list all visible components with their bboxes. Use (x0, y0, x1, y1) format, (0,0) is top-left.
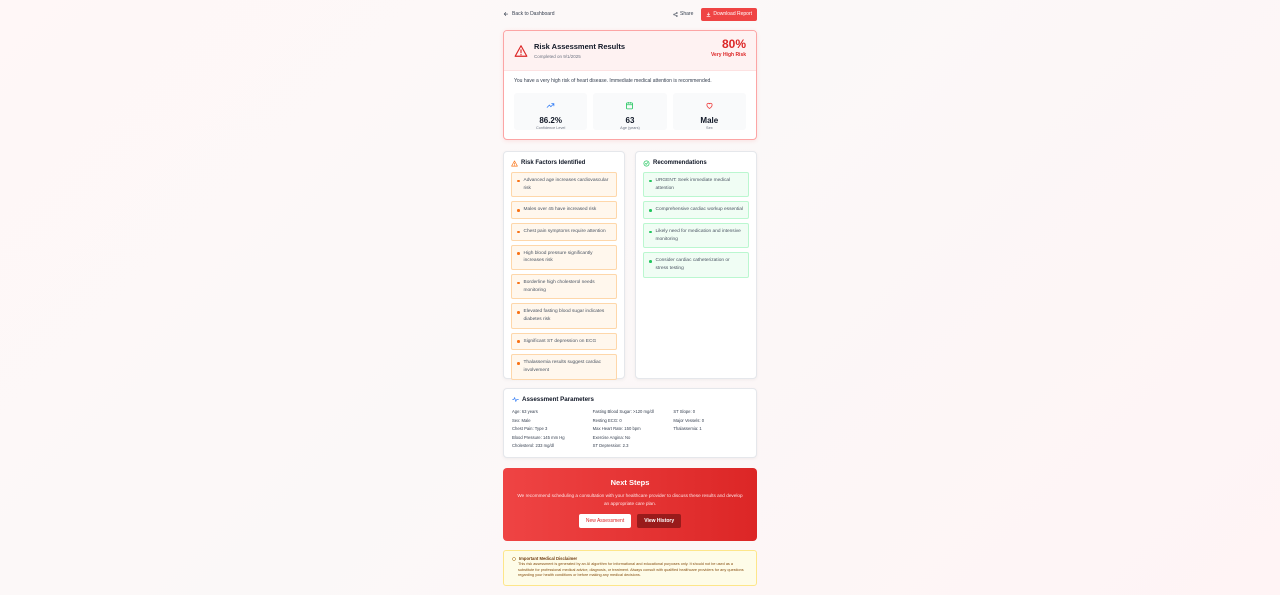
stat-value: Male (700, 116, 719, 125)
medical-disclaimer: Important Medical Disclaimer This risk a… (503, 550, 757, 586)
parameter-value: Chest Pain: Type 3 (512, 426, 548, 432)
parameter-value: Sex: Male (512, 417, 531, 423)
risk-factor-item: Elevated fasting blood sugar indicates d… (511, 303, 617, 329)
factors-and-recommendations: Risk Factors Identified Advanced age inc… (503, 151, 757, 380)
stat-age: 63 Age (years) (593, 93, 667, 130)
result-message: You have a very high risk of heart disea… (514, 78, 712, 84)
parameters-column: Age: 63 years Sex: Male Chest Pain: Type… (512, 409, 587, 452)
stats-row: 86.2% Confidence Level 63 Age (years) Ma… (514, 93, 746, 130)
parameter-value: Age: 63 years (512, 409, 538, 414)
risk-factors-panel: Risk Factors Identified Advanced age inc… (503, 151, 625, 380)
recommendation-item: URGENT: Seek immediate medical attention (643, 172, 749, 198)
back-to-dashboard-link[interactable]: Back to Dashboard (503, 11, 555, 17)
recommendations-panel: Recommendations URGENT: Seek immediate m… (635, 151, 757, 379)
download-icon (706, 11, 711, 17)
download-label: Download Report (713, 11, 752, 17)
completed-date: Completed on 9/1/2025 (534, 54, 581, 59)
recommendation-item: Comprehensive cardiac workup essential (643, 201, 749, 220)
result-header: Risk Assessment Results Completed on 9/1… (504, 31, 756, 71)
next-steps-title: Next Steps (610, 478, 650, 487)
next-steps-card: Next Steps We recommend scheduling a con… (503, 468, 757, 541)
next-steps-text: We recommend scheduling a consultation w… (517, 493, 743, 506)
result-title: Risk Assessment Results (534, 42, 626, 51)
parameters-column: Fasting Blood Sugar: >120 mg/dl Resting … (593, 409, 668, 452)
risk-factor-item: Chest pain symptoms require attention (511, 223, 617, 241)
recommendation-item: Likely need for medication and intensive… (643, 223, 749, 249)
calendar-icon (626, 102, 634, 110)
heart-icon (706, 102, 713, 109)
parameter-value: ST Depression: 2.3 (592, 443, 629, 449)
risk-factor-item: Borderline high cholesterol needs monito… (511, 274, 617, 300)
stat-confidence: 86.2% Confidence Level (514, 93, 588, 130)
risk-level: Very High Risk (710, 52, 746, 58)
risk-factor-item: Thalassemia results suggest cardiac invo… (511, 354, 617, 380)
arrow-left-icon (503, 12, 509, 16)
stat-label: Sex (706, 126, 713, 130)
trending-up-icon (546, 103, 555, 108)
info-icon (512, 556, 516, 561)
top-bar: Back to Dashboard Share Download Report (503, 7, 757, 21)
stat-sex: Male Sex (672, 93, 746, 130)
new-assessment-button[interactable]: New Assessment (578, 513, 632, 528)
parameter-value: Major Vessels: 0 (673, 417, 705, 423)
share-button[interactable]: Share (673, 11, 693, 17)
parameters-title: Assessment Parameters (522, 396, 594, 403)
view-history-button[interactable]: View History (637, 513, 682, 528)
risk-percentage: 80% (721, 37, 746, 51)
parameter-value: ST Slope: 0 (673, 409, 696, 414)
assessment-parameters: Assessment Parameters Age: 63 years Sex:… (503, 388, 757, 458)
results-page: Back to Dashboard Share Download Report … (503, 7, 757, 586)
parameter-value: Thalassemia: 1 (673, 426, 702, 432)
download-report-button[interactable]: Download Report (701, 7, 757, 21)
disclaimer-title: Important Medical Disclaimer (519, 556, 578, 561)
risk-factor-item: Significant ST depression on ECG (511, 332, 617, 351)
parameter-value: Cholesterol: 233 mg/dl (512, 443, 554, 449)
result-card: Risk Assessment Results Completed on 9/1… (503, 30, 757, 140)
stat-value: 63 (625, 116, 635, 125)
parameter-value: Fasting Blood Sugar: >120 mg/dl (592, 409, 654, 414)
warning-triangle-icon (514, 44, 528, 57)
parameter-value: Max Heart Rate: 150 bpm (592, 426, 641, 432)
stat-label: Age (years) (620, 126, 640, 130)
top-actions: Share Download Report (673, 7, 757, 21)
risk-factor-item: Advanced age increases cardiovascular ri… (511, 172, 617, 198)
activity-icon (512, 397, 519, 402)
share-icon (673, 11, 678, 17)
parameter-value: Exercise Angina: No (592, 434, 631, 440)
risk-factor-item: High blood pressure significantly increa… (511, 244, 617, 271)
check-circle-icon (643, 160, 650, 166)
parameter-value: Resting ECG: 0 (592, 417, 622, 423)
warning-triangle-icon (511, 160, 518, 166)
disclaimer-text: This risk assessment is generated by an … (518, 562, 744, 577)
parameter-value: Blood Pressure: 145 mm Hg (512, 434, 565, 440)
share-label: Share (680, 11, 694, 17)
recommendations-title: Recommendations (653, 160, 707, 166)
risk-factors-title: Risk Factors Identified (521, 160, 586, 166)
parameters-column: ST Slope: 0 Major Vessels: 0 Thalassemia… (673, 409, 748, 452)
stat-label: Confidence Level (535, 126, 566, 130)
stat-value: 86.2% (539, 116, 562, 125)
back-label: Back to Dashboard (512, 11, 555, 17)
risk-factor-item: Males over 45 have increased risk (511, 201, 617, 220)
recommendation-item: Consider cardiac catheterization or stre… (643, 252, 749, 278)
